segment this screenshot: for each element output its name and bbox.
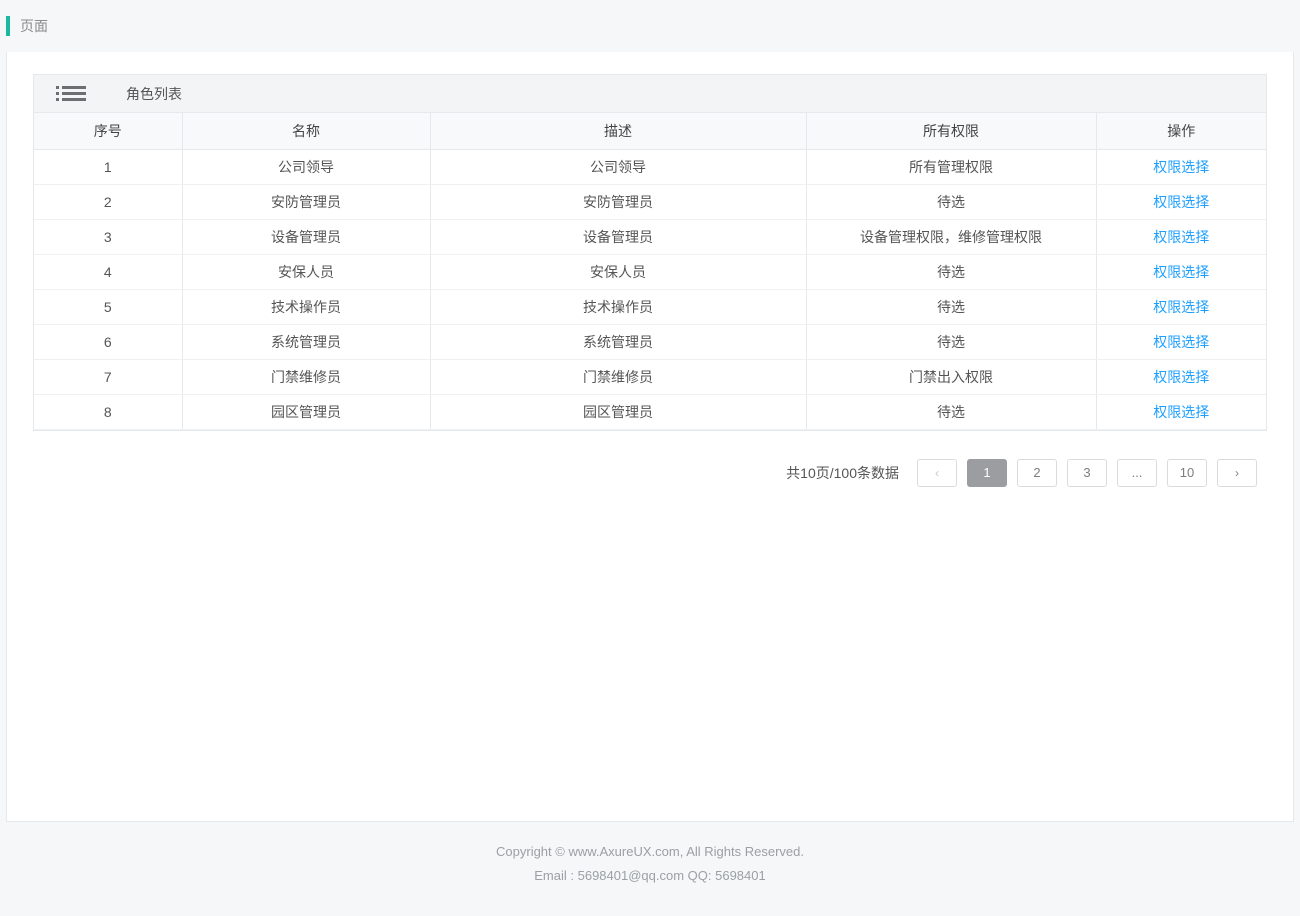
pagination: 共10页/100条数据 ‹ 1 2 3 ... 10 ›: [33, 459, 1267, 487]
col-header-perm: 所有权限: [806, 113, 1096, 149]
cell-action: 权限选择: [1096, 254, 1266, 289]
permission-select-link[interactable]: 权限选择: [1153, 299, 1209, 315]
cell-perm: 待选: [806, 184, 1096, 219]
cell-desc: 门禁维修员: [430, 359, 806, 394]
cell-action: 权限选择: [1096, 324, 1266, 359]
table-header-row: 序号 名称 描述 所有权限 操作: [34, 113, 1266, 149]
cell-desc: 公司领导: [430, 149, 806, 184]
cell-name: 技术操作员: [182, 289, 430, 324]
table-row: 8园区管理员园区管理员待选权限选择: [34, 394, 1266, 429]
page-next-button[interactable]: ›: [1217, 459, 1257, 487]
footer-contact: Email : 5698401@qq.com QQ: 5698401: [0, 864, 1300, 888]
chevron-right-icon: ›: [1235, 466, 1239, 480]
cell-action: 权限选择: [1096, 359, 1266, 394]
role-panel: 角色列表 序号 名称 描述 所有权限 操作 1公司领导公司领导所有管理权限权限选…: [33, 74, 1267, 431]
cell-seq: 1: [34, 149, 182, 184]
cell-perm: 待选: [806, 289, 1096, 324]
table-row: 1公司领导公司领导所有管理权限权限选择: [34, 149, 1266, 184]
cell-action: 权限选择: [1096, 219, 1266, 254]
cell-seq: 5: [34, 289, 182, 324]
col-header-act: 操作: [1096, 113, 1266, 149]
table-row: 7门禁维修员门禁维修员门禁出入权限权限选择: [34, 359, 1266, 394]
list-icon: [56, 86, 86, 101]
cell-name: 门禁维修员: [182, 359, 430, 394]
col-header-seq: 序号: [34, 113, 182, 149]
panel-header: 角色列表: [34, 75, 1266, 113]
cell-perm: 待选: [806, 394, 1096, 429]
table-row: 4安保人员安保人员待选权限选择: [34, 254, 1266, 289]
table-row: 2安防管理员安防管理员待选权限选择: [34, 184, 1266, 219]
cell-action: 权限选择: [1096, 149, 1266, 184]
page-button-ellipsis[interactable]: ...: [1117, 459, 1157, 487]
cell-desc: 技术操作员: [430, 289, 806, 324]
permission-select-link[interactable]: 权限选择: [1153, 369, 1209, 385]
footer-copyright: Copyright © www.AxureUX.com, All Rights …: [0, 840, 1300, 864]
panel-title: 角色列表: [126, 84, 182, 104]
permission-select-link[interactable]: 权限选择: [1153, 334, 1209, 350]
cell-perm: 待选: [806, 324, 1096, 359]
permission-select-link[interactable]: 权限选择: [1153, 404, 1209, 420]
table-row: 5技术操作员技术操作员待选权限选择: [34, 289, 1266, 324]
cell-name: 园区管理员: [182, 394, 430, 429]
page-button-3[interactable]: 3: [1067, 459, 1107, 487]
role-table: 序号 名称 描述 所有权限 操作 1公司领导公司领导所有管理权限权限选择2安防管…: [34, 113, 1266, 430]
cell-seq: 7: [34, 359, 182, 394]
header-accent: [6, 16, 10, 36]
page-prev-button[interactable]: ‹: [917, 459, 957, 487]
permission-select-link[interactable]: 权限选择: [1153, 264, 1209, 280]
cell-name: 系统管理员: [182, 324, 430, 359]
cell-action: 权限选择: [1096, 289, 1266, 324]
cell-desc: 系统管理员: [430, 324, 806, 359]
page-title: 页面: [20, 16, 48, 36]
page-button-10[interactable]: 10: [1167, 459, 1207, 487]
cell-seq: 3: [34, 219, 182, 254]
cell-desc: 设备管理员: [430, 219, 806, 254]
permission-select-link[interactable]: 权限选择: [1153, 194, 1209, 210]
cell-name: 安防管理员: [182, 184, 430, 219]
cell-desc: 安防管理员: [430, 184, 806, 219]
table-row: 6系统管理员系统管理员待选权限选择: [34, 324, 1266, 359]
page-header: 页面: [0, 0, 1300, 52]
cell-action: 权限选择: [1096, 184, 1266, 219]
cell-seq: 8: [34, 394, 182, 429]
cell-seq: 2: [34, 184, 182, 219]
cell-seq: 4: [34, 254, 182, 289]
table-row: 3设备管理员设备管理员设备管理权限，维修管理权限权限选择: [34, 219, 1266, 254]
page-button-1[interactable]: 1: [967, 459, 1007, 487]
col-header-name: 名称: [182, 113, 430, 149]
cell-seq: 6: [34, 324, 182, 359]
footer: Copyright © www.AxureUX.com, All Rights …: [0, 822, 1300, 916]
content-area: 角色列表 序号 名称 描述 所有权限 操作 1公司领导公司领导所有管理权限权限选…: [6, 52, 1294, 822]
permission-select-link[interactable]: 权限选择: [1153, 159, 1209, 175]
cell-name: 公司领导: [182, 149, 430, 184]
cell-perm: 门禁出入权限: [806, 359, 1096, 394]
cell-perm: 所有管理权限: [806, 149, 1096, 184]
permission-select-link[interactable]: 权限选择: [1153, 229, 1209, 245]
cell-perm: 待选: [806, 254, 1096, 289]
cell-action: 权限选择: [1096, 394, 1266, 429]
cell-perm: 设备管理权限，维修管理权限: [806, 219, 1096, 254]
cell-desc: 安保人员: [430, 254, 806, 289]
cell-name: 设备管理员: [182, 219, 430, 254]
chevron-left-icon: ‹: [935, 466, 939, 480]
cell-name: 安保人员: [182, 254, 430, 289]
col-header-desc: 描述: [430, 113, 806, 149]
page-button-2[interactable]: 2: [1017, 459, 1057, 487]
cell-desc: 园区管理员: [430, 394, 806, 429]
page-summary: 共10页/100条数据: [786, 463, 899, 483]
